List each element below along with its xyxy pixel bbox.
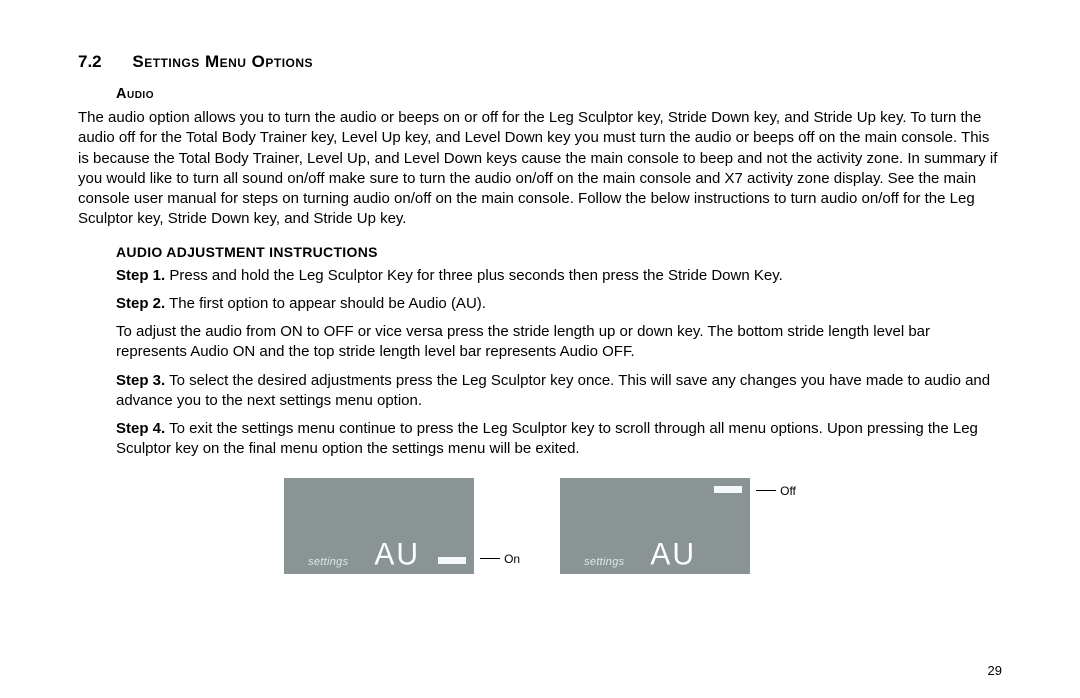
step-3: Step 3. To select the desired adjustment…	[116, 371, 1002, 412]
section-number: 7.2	[78, 52, 102, 72]
leader-on: On	[480, 552, 520, 566]
audio-paragraph: The audio option allows you to turn the …	[78, 108, 1002, 230]
step-2-detail: To adjust the audio from ON to OFF or vi…	[116, 322, 1002, 363]
panel-segment-text: AU	[650, 536, 696, 572]
step-4: Step 4. To exit the settings menu contin…	[116, 419, 1002, 460]
panel-settings-label: settings	[308, 556, 348, 568]
section-heading: 7.2 Settings Menu Options	[78, 52, 1002, 72]
step-label: Step 3.	[116, 372, 165, 389]
on-label: On	[504, 552, 520, 566]
panel-segment-text: AU	[374, 536, 420, 572]
audio-figure: settings AU On settings AU Off	[78, 478, 1002, 574]
step-2: Step 2. The first option to appear shoul…	[116, 294, 1002, 314]
step-label: Step 2.	[116, 295, 165, 312]
off-label: Off	[780, 484, 796, 498]
manual-page: 7.2 Settings Menu Options Audio The audi…	[0, 0, 1080, 698]
instructions-steps: Step 1. Press and hold the Leg Sculptor …	[116, 266, 1002, 460]
step-text: To select the desired adjustments press …	[116, 372, 990, 409]
instructions-heading: AUDIO ADJUSTMENT INSTRUCTIONS	[116, 244, 1002, 260]
step-text: To exit the settings menu continue to pr…	[116, 420, 978, 457]
leader-line-icon	[480, 558, 500, 559]
page-number: 29	[988, 663, 1002, 678]
step-label: Step 1.	[116, 267, 165, 284]
step-text: Press and hold the Leg Sculptor Key for …	[165, 267, 783, 284]
step-text: To adjust the audio from ON to OFF or vi…	[116, 323, 930, 360]
display-panel-on: settings AU	[284, 478, 474, 574]
section-title: Settings Menu Options	[132, 52, 313, 71]
level-bar-on-icon	[438, 557, 466, 564]
panel-settings-label: settings	[584, 556, 624, 568]
leader-line-icon	[756, 490, 776, 491]
step-label: Step 4.	[116, 420, 165, 437]
leader-off: Off	[756, 484, 796, 498]
level-bar-off-icon	[714, 486, 742, 493]
step-1: Step 1. Press and hold the Leg Sculptor …	[116, 266, 1002, 286]
panel-on-wrap: settings AU On	[284, 478, 520, 574]
display-panel-off: settings AU	[560, 478, 750, 574]
audio-heading: Audio	[116, 86, 1002, 102]
panel-off-wrap: settings AU Off	[560, 478, 796, 574]
step-text: The first option to appear should be Aud…	[165, 295, 486, 312]
